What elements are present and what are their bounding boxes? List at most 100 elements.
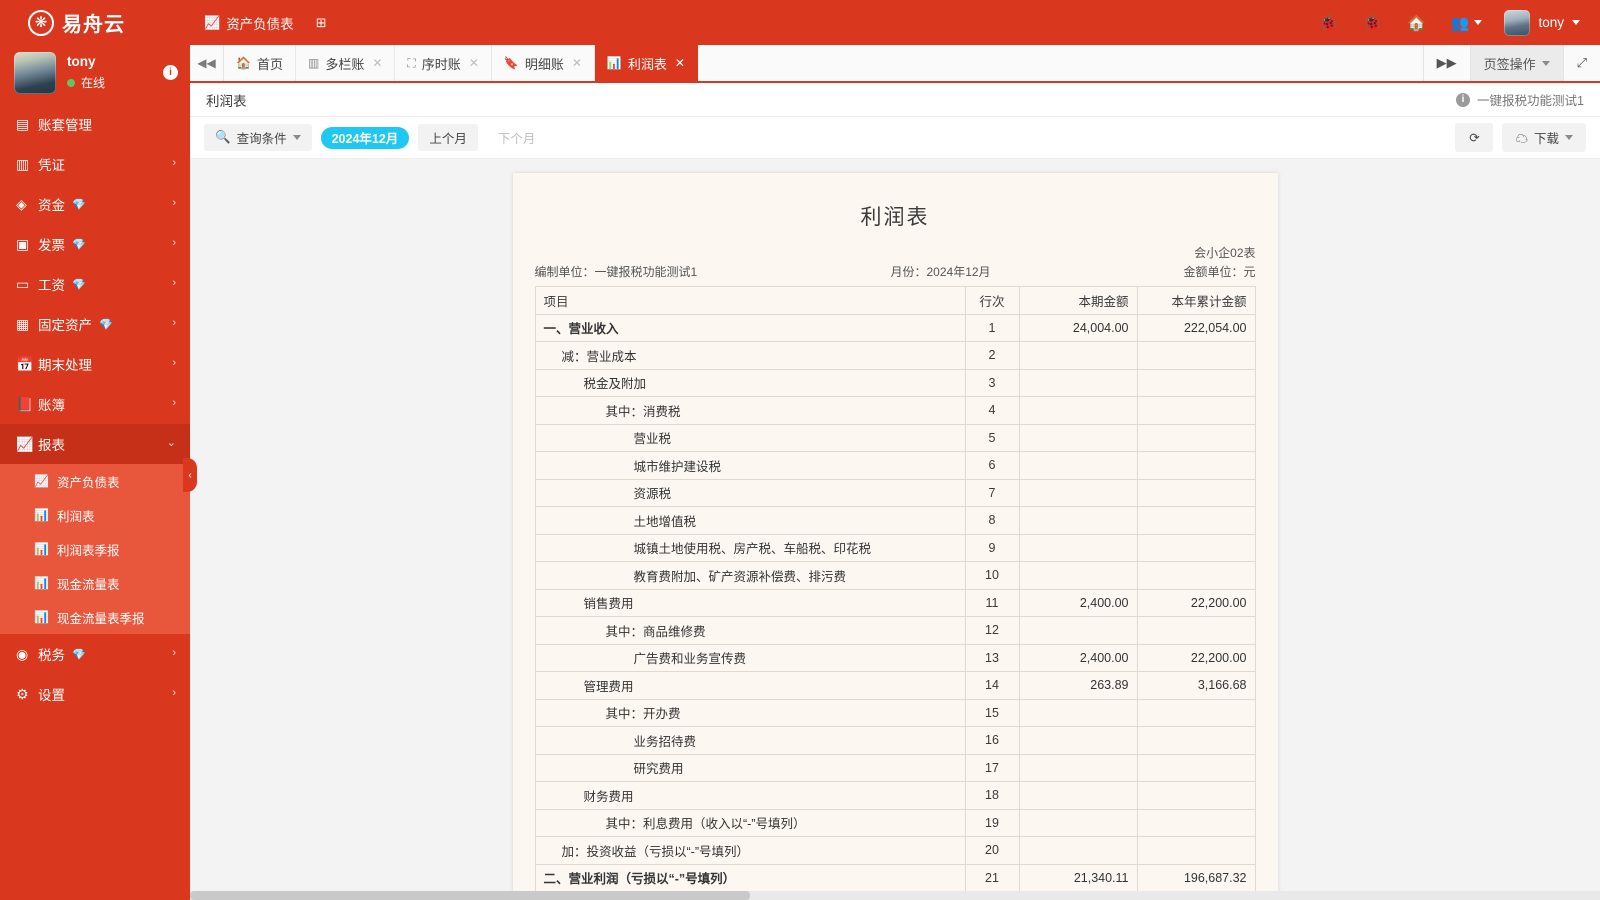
table-row[interactable]: 教育费附加、矿产资源补偿费、排污费 10 <box>534 561 1256 590</box>
sidebar-item-salary[interactable]: ▭ 工资 💎 › <box>0 264 190 304</box>
table-row[interactable]: 管理费用 14 263.89 3,166.68 <box>534 671 1256 700</box>
sidebar-collapse-handle[interactable]: ‹ <box>183 458 197 492</box>
query-conditions-button[interactable]: 🔍 查询条件 <box>204 124 312 151</box>
sidebar-item-settings[interactable]: ⚙ 设置 › <box>0 674 190 714</box>
topnav-add-button[interactable]: ⊞ <box>316 15 327 31</box>
table-row[interactable]: 财务费用 18 <box>534 781 1256 810</box>
main-area: ◀◀ 🏠 首页 ▥ 多栏账 ✕ ⛶ 序时账 ✕ 🔖 明细账 ✕ 📊 利润表 ✕ … <box>190 45 1600 900</box>
sidebar-profile[interactable]: tony 在线 i <box>0 45 190 100</box>
double-chevron-left-icon[interactable]: ◀◀ <box>190 45 224 81</box>
bug-icon-2[interactable]: 🐞 <box>1350 0 1394 45</box>
table-row[interactable]: 城镇土地使用税、房产税、车船税、印花税 9 <box>534 533 1256 562</box>
column-header-line: 行次 <box>964 286 1020 315</box>
gem-icon: 💎 <box>72 648 86 661</box>
report-form-code: 会小企02表 <box>1194 246 1256 260</box>
report-scroll-area[interactable]: 利润表 会小企02表 编制单位：一键报税功能测试1 月份：2024年12月 金额… <box>190 159 1600 900</box>
tab-chronological-ledger[interactable]: ⛶ 序时账 ✕ <box>395 45 492 81</box>
table-row[interactable]: 其中：消费税 4 <box>534 396 1256 425</box>
topnav-item-balance-sheet[interactable]: 📈 资产负债表 <box>204 13 294 33</box>
table-row[interactable]: 广告费和业务宣传费 13 2,400.00 22,200.00 <box>534 643 1256 672</box>
sidebar-subitem-income-statement-quarterly[interactable]: 📊 利润表季报 <box>0 532 190 566</box>
table-row[interactable]: 研究费用 17 <box>534 753 1256 782</box>
table-row[interactable]: 销售费用 11 2,400.00 22,200.00 <box>534 588 1256 617</box>
table-row[interactable]: 其中：开办费 15 <box>534 698 1256 727</box>
tab-operations-menu[interactable]: 页签操作 <box>1469 45 1563 81</box>
building-icon: ▦ <box>16 315 30 332</box>
avatar <box>14 51 56 94</box>
tab-multi-column-ledger[interactable]: ▥ 多栏账 ✕ <box>295 45 396 81</box>
cell-line-number: 15 <box>964 698 1020 727</box>
table-row[interactable]: 二、营业利润（亏损以“-”号填列） 21 21,340.11 196,687.32 <box>534 863 1256 892</box>
double-chevron-right-icon[interactable]: ▶▶ <box>1422 45 1470 81</box>
sidebar-item-ledger[interactable]: 📕 账簿 › <box>0 384 190 424</box>
user-group-icon[interactable]: 👥 <box>1438 0 1494 45</box>
home-icon[interactable]: 🏠 <box>1394 0 1438 45</box>
brand-logo[interactable]: 易舟云 <box>0 0 190 45</box>
close-icon[interactable]: ✕ <box>675 56 685 70</box>
table-row[interactable]: 城市维护建设税 6 <box>534 451 1256 480</box>
period-badge[interactable]: 2024年12月 <box>320 126 410 149</box>
tab-income-statement[interactable]: 📊 利润表 ✕ <box>594 45 698 81</box>
sidebar-item-account-sets[interactable]: ▤ 账套管理 <box>0 104 190 144</box>
card-icon: ▭ <box>16 275 30 292</box>
sidebar-item-fixed-assets[interactable]: ▦ 固定资产 💎 › <box>0 304 190 344</box>
expand-icon[interactable]: ⤢ <box>1562 45 1600 81</box>
cell-line-number: 13 <box>964 643 1020 672</box>
chevron-right-icon: › <box>172 646 176 659</box>
download-button[interactable]: ☁ 下载 <box>1502 123 1586 152</box>
close-icon[interactable]: ✕ <box>572 56 582 70</box>
user-menu[interactable]: tony <box>1494 9 1586 36</box>
report-amount-unit: 金额单位：元 <box>1183 265 1256 279</box>
table-row[interactable]: 其中：利息费用（收入以“-”号填列） 19 <box>534 808 1256 837</box>
table-row[interactable]: 加：投资收益（亏损以“-”号填列） 20 <box>534 836 1256 865</box>
cell-ytd-amount: 222,054.00 <box>1136 313 1256 342</box>
sidebar-item-period-end[interactable]: 📅 期末处理 › <box>0 344 190 384</box>
page-title: 利润表 <box>206 93 247 109</box>
cell-ytd-amount <box>1136 561 1256 590</box>
cell-ytd-amount <box>1136 753 1256 782</box>
profile-status: 在线 <box>67 74 152 91</box>
tab-strip-filler <box>697 45 1423 81</box>
table-row[interactable]: 资源税 7 <box>534 478 1256 507</box>
cell-ytd-amount <box>1136 396 1256 425</box>
sidebar-item-reports[interactable]: 📈 报表 ⌄ <box>0 424 190 464</box>
gem-icon: 💎 <box>99 318 113 331</box>
close-icon[interactable]: ✕ <box>469 56 479 70</box>
table-row[interactable]: 营业税 5 <box>534 423 1256 452</box>
sidebar-item-label: 账套管理 <box>38 118 92 133</box>
table-row[interactable]: 减：营业成本 2 <box>534 341 1256 370</box>
sidebar-subitem-income-statement[interactable]: 📊 利润表 <box>0 498 190 532</box>
refresh-button[interactable]: ⟳ <box>1455 123 1494 152</box>
sidebar-item-voucher[interactable]: ▥ 凭证 › <box>0 144 190 184</box>
scrollbar-thumb[interactable] <box>190 891 750 900</box>
cell-line-number: 5 <box>964 423 1020 452</box>
column-header-ytd: 本年累计金额 <box>1136 286 1256 315</box>
tab-home[interactable]: 🏠 首页 <box>224 45 296 81</box>
sidebar-subitem-balance-sheet[interactable]: 📈 资产负债表 <box>0 464 190 498</box>
info-icon[interactable]: i <box>1456 92 1471 107</box>
sidebar-item-tax[interactable]: ◉ 税务 💎 › <box>0 634 190 674</box>
table-row[interactable]: 其中：商品维修费 12 <box>534 616 1256 645</box>
topnav-item-label: 资产负债表 <box>226 16 294 32</box>
sidebar-subitem-cash-flow[interactable]: 📊 现金流量表 <box>0 566 190 600</box>
close-icon[interactable]: ✕ <box>372 56 382 70</box>
cell-item: 二、营业利润（亏损以“-”号填列） <box>534 863 966 892</box>
tab-label: 序时账 <box>421 56 461 72</box>
sidebar-item-invoice[interactable]: ▣ 发票 💎 › <box>0 224 190 264</box>
profile-status-label: 在线 <box>81 76 106 90</box>
table-row[interactable]: 税金及附加 3 <box>534 368 1256 397</box>
table-row[interactable]: 土地增值税 8 <box>534 506 1256 535</box>
profile-meta: tony 在线 <box>67 54 152 91</box>
prev-month-button[interactable]: 上个月 <box>418 124 478 151</box>
column-header-current: 本期金额 <box>1018 286 1138 315</box>
bug-icon-1[interactable]: 🐞 <box>1306 0 1350 45</box>
info-icon[interactable]: i <box>163 65 178 80</box>
sidebar-subitem-cash-flow-quarterly[interactable]: 📊 现金流量表季报 <box>0 600 190 634</box>
ledger-icon: 📕 <box>16 395 34 412</box>
cell-item: 营业税 <box>534 423 966 452</box>
table-row[interactable]: 业务招待费 16 <box>534 726 1256 755</box>
sidebar-item-funds[interactable]: ◈ 资金 💎 › <box>0 184 190 224</box>
table-row[interactable]: 一、营业收入 1 24,004.00 222,054.00 <box>534 313 1256 342</box>
tab-detail-ledger[interactable]: 🔖 明细账 ✕ <box>491 45 595 81</box>
horizontal-scrollbar[interactable] <box>190 891 1600 900</box>
